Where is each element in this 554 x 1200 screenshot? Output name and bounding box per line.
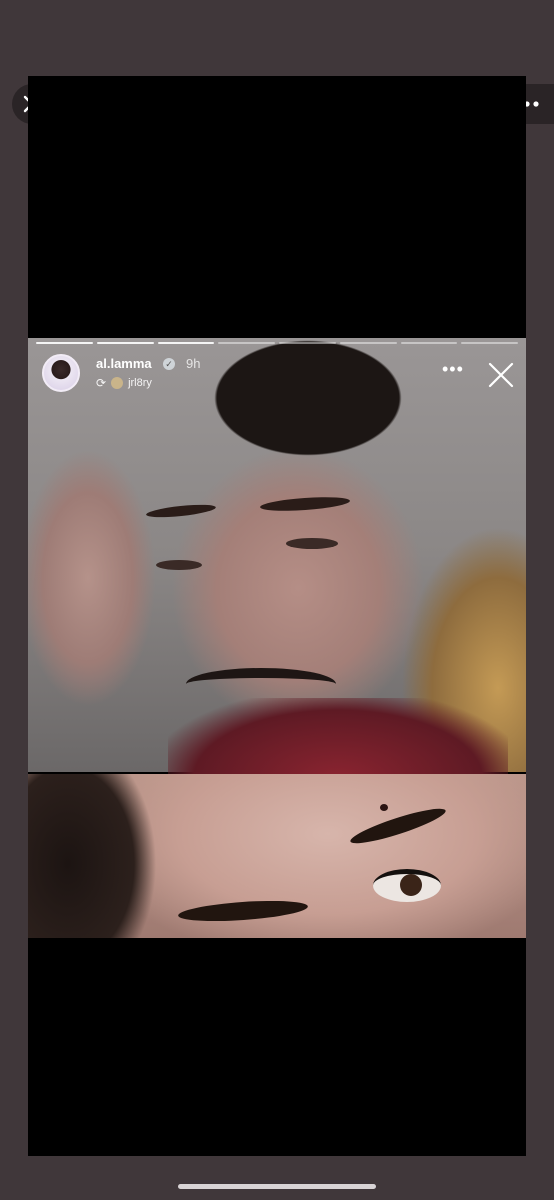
story-username[interactable]: al.lamma	[96, 356, 152, 371]
story-photo-bottom	[28, 774, 526, 938]
repost-attribution[interactable]: ⟳ jrl8ry	[96, 376, 152, 390]
progress-segment	[339, 342, 397, 344]
close-icon[interactable]	[488, 362, 514, 388]
verified-badge-icon: ✓	[163, 358, 175, 370]
media-frame: al.lamma ✓ 9h ⟳ jrl8ry •••	[28, 76, 526, 1156]
progress-segment	[36, 342, 93, 344]
home-indicator[interactable]	[178, 1184, 376, 1189]
story-progress-bar	[36, 342, 518, 345]
progress-segment	[218, 342, 275, 344]
progress-segment	[157, 342, 215, 344]
story-time: 9h	[186, 356, 201, 371]
progress-segment	[279, 342, 336, 344]
story-screenshot[interactable]: al.lamma ✓ 9h ⟳ jrl8ry •••	[28, 338, 526, 938]
repost-avatar	[111, 377, 124, 389]
repost-icon: ⟳	[96, 376, 107, 390]
avatar[interactable]	[42, 354, 80, 392]
more-horizontal-icon[interactable]: •••	[442, 360, 464, 378]
progress-segment	[461, 342, 518, 344]
story-photo-top	[28, 338, 526, 778]
progress-segment	[400, 342, 458, 344]
progress-segment	[96, 342, 154, 344]
reposted-from-username: jrl8ry	[128, 377, 152, 389]
